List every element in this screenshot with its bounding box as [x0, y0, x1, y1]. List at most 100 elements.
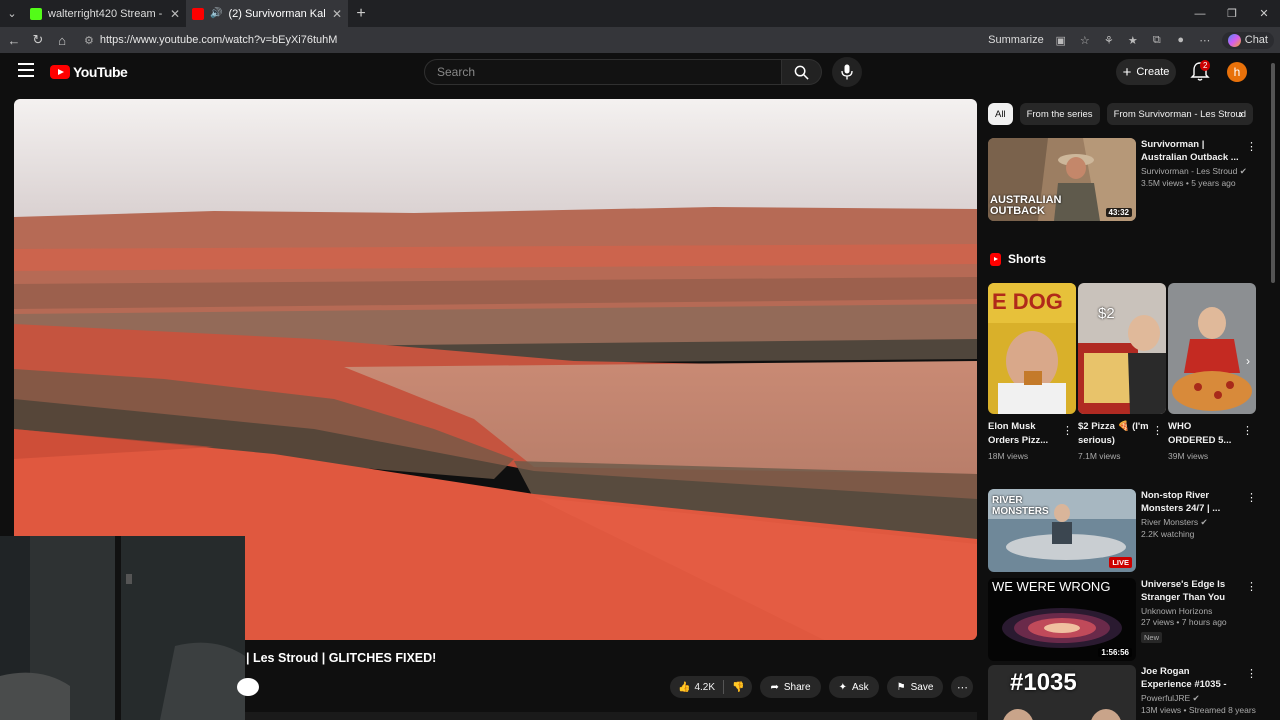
more-options-icon[interactable]: ⋮: [1246, 667, 1257, 680]
home-icon[interactable]: ⌂: [50, 33, 74, 48]
share-button[interactable]: ➦ Share: [760, 676, 821, 698]
reload-icon[interactable]: ↻: [26, 32, 50, 48]
pizza-short-thumbnail-image: E DOG: [988, 283, 1076, 414]
copilot-chat-button[interactable]: Chat: [1221, 31, 1274, 49]
chip-from-the-series[interactable]: From the series: [1019, 103, 1100, 125]
like-count: 4.2K: [694, 681, 716, 693]
short-item[interactable]: E DOG Elon Musk Orders Pizz... 18M views…: [988, 283, 1076, 461]
search-placeholder: Search: [437, 65, 476, 79]
short-thumbnail[interactable]: $2: [1078, 283, 1166, 414]
video-title[interactable]: Non-stop River Monsters 24/7 | ...: [1141, 489, 1241, 515]
recommended-video[interactable]: RIVER MONSTERS LIVE Non-stop River Monst…: [988, 489, 1258, 573]
browser-tab-youtube[interactable]: 🔊 (2) Survivorman Kalahari Deser ✕: [186, 0, 348, 27]
split-screen-icon[interactable]: ▣: [1054, 33, 1068, 47]
short-item[interactable]: WHO ORDERED 5... 39M views ⋮: [1168, 283, 1256, 461]
short-thumbnail[interactable]: E DOG: [988, 283, 1076, 414]
tab-list-menu-button[interactable]: ⌄: [0, 0, 24, 27]
menu-icon[interactable]: [18, 63, 34, 77]
collections-icon[interactable]: ⧉: [1150, 33, 1164, 47]
account-avatar[interactable]: h: [1227, 62, 1247, 82]
more-options-icon[interactable]: ⋮: [1242, 424, 1253, 437]
minimize-icon[interactable]: —: [1184, 0, 1216, 27]
share-arrow-icon: ➦: [770, 681, 779, 693]
settings-more-icon[interactable]: ⋯: [1198, 33, 1212, 47]
scrollbar-thumb[interactable]: [1271, 63, 1275, 283]
chat-label: Chat: [1244, 34, 1268, 46]
ask-button[interactable]: ✦ Ask: [828, 676, 879, 698]
favorite-star-icon[interactable]: ☆: [1078, 33, 1092, 47]
video-thumbnail[interactable]: RIVER MONSTERS LIVE: [988, 489, 1136, 572]
more-options-icon[interactable]: ⋮: [1246, 491, 1257, 504]
logo-text: YouTube: [73, 64, 128, 80]
save-button[interactable]: ⚑ Save: [886, 676, 944, 698]
video-title[interactable]: Joe Rogan Experience #1035 - Paul Stamet…: [1141, 665, 1241, 691]
video-title[interactable]: Universe's Edge Is Stranger Than You Ca.…: [1141, 578, 1241, 604]
back-arrow-icon[interactable]: ←: [2, 33, 26, 48]
more-options-icon[interactable]: ⋮: [1246, 140, 1257, 153]
channel-name[interactable]: River Monsters ✔: [1141, 517, 1241, 528]
video-thumbnail[interactable]: AUSTRALIAN OUTBACK 43:32: [988, 138, 1136, 221]
kick-icon: [30, 7, 42, 20]
search-input[interactable]: Search: [424, 59, 782, 85]
close-tab-icon[interactable]: ✕: [332, 7, 342, 21]
browser-tab-bar: ⌄ walterright420 Stream - Watch Liv ✕ 🔊 …: [0, 0, 1280, 27]
short-title[interactable]: Elon Musk Orders Pizz...: [988, 420, 1060, 448]
dislike-button[interactable]: 👎: [724, 682, 752, 693]
like-button[interactable]: 👍 4.2K: [670, 682, 723, 693]
chip-all[interactable]: All: [988, 103, 1013, 125]
video-duration: 43:32: [1105, 208, 1132, 217]
verified-icon: ✔: [1192, 693, 1200, 703]
profile-icon[interactable]: ●: [1174, 33, 1188, 47]
new-tab-button[interactable]: +: [348, 5, 374, 23]
short-title[interactable]: WHO ORDERED 5...: [1168, 420, 1240, 448]
search-button[interactable]: [782, 59, 822, 85]
short-views: 18M views: [988, 451, 1029, 461]
speaker-icon[interactable]: 🔊: [210, 8, 222, 19]
recommended-video[interactable]: AUSTRALIAN OUTBACK 43:32 Survivorman | A…: [988, 138, 1258, 222]
more-options-icon[interactable]: ⋮: [1246, 580, 1257, 593]
page-bottom-edge: [245, 712, 977, 720]
more-actions-button[interactable]: ⋯: [951, 676, 974, 698]
url-field[interactable]: ⚙ https://www.youtube.com/watch?v=bEyXi7…: [84, 30, 1004, 50]
filter-chips: All From the series From Survivorman - L…: [988, 103, 1254, 125]
channel-name[interactable]: PowerfulJRE ✔: [1141, 693, 1241, 704]
video-meta: 13M views • Streamed 8 years a: [1141, 705, 1258, 715]
short-views: 39M views: [1168, 451, 1209, 461]
create-label: Create: [1136, 66, 1170, 78]
webcam-room-image: [0, 536, 245, 720]
video-meta: 2.2K watching: [1141, 529, 1195, 539]
create-button[interactable]: + Create: [1116, 59, 1176, 85]
channel-avatar[interactable]: [237, 678, 259, 696]
browser-tab-kick[interactable]: walterright420 Stream - Watch Liv ✕: [24, 0, 186, 27]
search-icon: [794, 65, 809, 80]
more-options-icon[interactable]: ⋮: [1152, 424, 1163, 437]
youtube-logo[interactable]: YouTube: [50, 64, 128, 80]
video-thumbnail[interactable]: WE WERE WRONG 1:56:56: [988, 578, 1136, 661]
short-item[interactable]: $2 $2 Pizza 🍕 (I'm serious) 7.1M views ⋮: [1078, 283, 1166, 461]
video-thumbnail[interactable]: #1035: [988, 665, 1136, 720]
favorites-icon[interactable]: ★: [1126, 33, 1140, 47]
summarize-button[interactable]: Summarize: [988, 34, 1044, 46]
extensions-icon[interactable]: ⚘: [1102, 33, 1116, 47]
channel-name[interactable]: Survivorman - Les Stroud ✔: [1141, 166, 1247, 177]
chevron-right-icon[interactable]: ›: [1246, 354, 1250, 368]
channel-name[interactable]: Unknown Horizons: [1141, 606, 1241, 616]
video-duration: 1:56:56: [1098, 648, 1132, 657]
restore-icon[interactable]: ❐: [1216, 0, 1248, 27]
close-window-icon[interactable]: ✕: [1248, 0, 1280, 27]
close-tab-icon[interactable]: ✕: [170, 7, 180, 21]
thumbnail-caption: WE WERE WRONG: [992, 579, 1111, 594]
page-scrollbar[interactable]: [1270, 55, 1276, 720]
recommended-video[interactable]: #1035 Joe Rogan Experience #1035 - Paul …: [988, 665, 1258, 720]
url-text: https://www.youtube.com/watch?v=bEyXi76t…: [99, 34, 338, 46]
video-title[interactable]: Survivorman | Australian Outback ...: [1141, 138, 1241, 164]
more-options-icon[interactable]: ⋮: [1062, 424, 1073, 437]
site-info-icon[interactable]: ⚙: [84, 34, 94, 47]
channel-name-text: PowerfulJRE: [1141, 693, 1191, 703]
voice-search-button[interactable]: [832, 57, 862, 87]
short-title[interactable]: $2 Pizza 🍕 (I'm serious): [1078, 420, 1150, 448]
short-thumbnail[interactable]: [1168, 283, 1256, 414]
recommended-video[interactable]: WE WERE WRONG 1:56:56 Universe's Edge Is…: [988, 578, 1258, 662]
chevron-right-icon[interactable]: ›: [1232, 105, 1250, 123]
video-meta: 27 views • 7 hours ago: [1141, 617, 1227, 627]
